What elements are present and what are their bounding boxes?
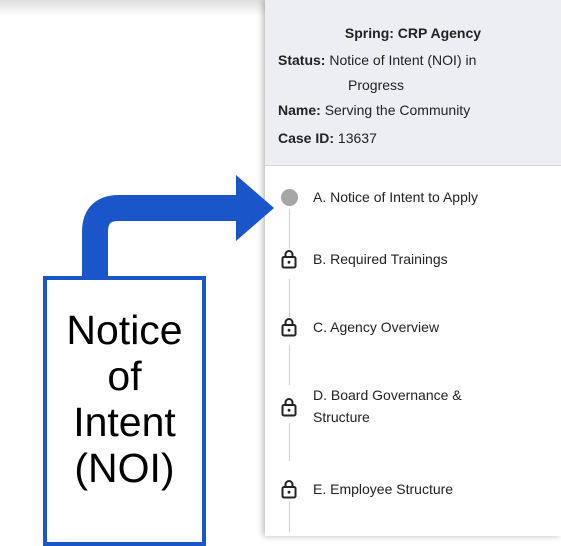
step-label-continued: Structure [313,409,370,425]
status-label: Status: [278,52,326,68]
step-label: D. Board Governance & [313,387,462,403]
lock-icon [279,397,299,417]
application-step-list: A. Notice of Intent to Apply B. Required… [265,165,561,536]
step-label: E. Employee Structure [313,481,454,497]
step-label: A. Notice of Intent to Apply [313,189,478,205]
case-id: Case ID: 13637 [278,128,548,149]
step-c-agency-overview[interactable]: C. Agency Overview [277,317,557,357]
case-id-value: 13637 [337,130,377,146]
step-b-required-trainings[interactable]: B. Required Trainings [277,249,557,289]
status-value: Notice of Intent (NOI) in [329,52,477,68]
case-id-label: Case ID: [278,130,335,146]
lock-icon [279,479,299,499]
step-label: B. Required Trainings [313,251,448,267]
name-value: Serving the Community [324,102,471,118]
callout-text: Notice of Intent (NOI) [47,307,202,491]
lock-icon [279,317,299,337]
callout-line: Notice [66,307,183,353]
case-status: Status: Notice of Intent (NOI) in [278,50,548,71]
callout-line: of [107,353,142,399]
callout-line: (NOI) [74,445,175,491]
case-title: Spring: CRP Agency [344,25,482,41]
step-a-notice-of-intent[interactable]: A. Notice of Intent to Apply [277,187,557,227]
callout-line: Intent [73,399,176,445]
step-e-employee-structure[interactable]: E. Employee Structure [277,479,557,519]
status-value-continued: Progress [348,77,405,93]
case-summary-header: Spring: CRP Agency Status: Notice of Int… [265,0,561,166]
case-name: Name: Serving the Community [278,100,548,121]
current-step-dot-icon [279,187,299,207]
step-d-board-governance[interactable]: D. Board Governance & Structure [277,385,557,433]
lock-icon [279,249,299,269]
noi-callout-box: Notice of Intent (NOI) [43,276,206,546]
step-label: C. Agency Overview [313,319,440,335]
case-sidebar-panel: Spring: CRP Agency Status: Notice of Int… [265,0,561,536]
name-label: Name: [278,102,321,118]
